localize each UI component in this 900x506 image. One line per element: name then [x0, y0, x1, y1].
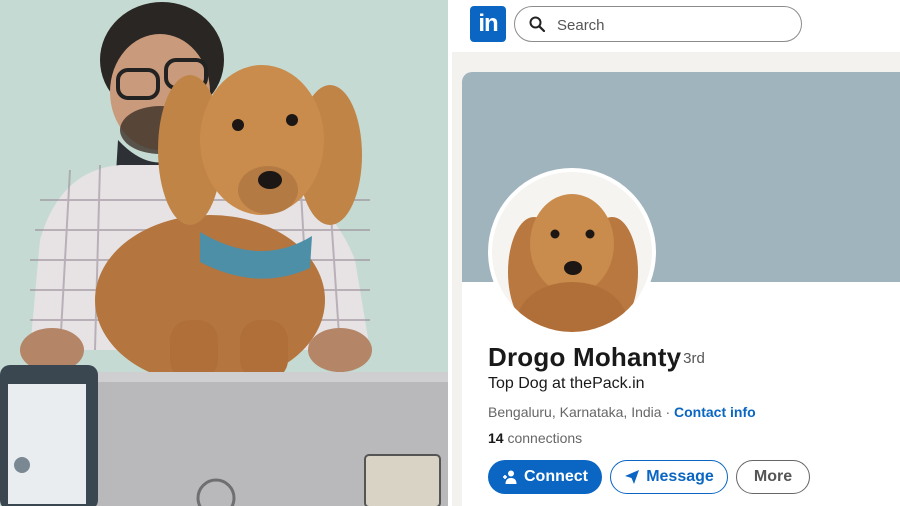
profile-headline: Top Dog at thePack.in [488, 375, 645, 392]
linkedin-logo[interactable]: in [470, 6, 506, 42]
profile-name: Drogo Mohanty [488, 342, 682, 372]
avatar[interactable] [488, 168, 656, 336]
connections-number: 14 [488, 430, 504, 446]
connect-label: Connect [524, 468, 588, 485]
message-label: Message [646, 468, 714, 485]
search-input[interactable] [555, 14, 789, 36]
connections-label: connections [507, 430, 583, 446]
profile-photo-illustration [0, 0, 448, 506]
search-icon [529, 16, 545, 32]
connect-button[interactable]: Connect [488, 460, 602, 494]
send-icon [625, 470, 640, 484]
search-box[interactable] [514, 6, 802, 42]
linkedin-panel: in D [452, 0, 900, 506]
profile-card: Drogo Mohanty · 3rd Top Dog at thePack.i… [462, 72, 900, 506]
photo-icon [0, 0, 448, 506]
more-label: More [753, 468, 793, 485]
contact-info-link[interactable]: Contact info [674, 404, 756, 420]
more-button[interactable]: More [736, 460, 810, 494]
connection-degree: · 3rd [674, 350, 705, 367]
add-person-icon [503, 470, 517, 484]
connections-count[interactable]: 14 connections [488, 430, 582, 446]
dog-avatar-icon [492, 172, 652, 332]
profile-location: Bengaluru, Karnataka, India · [488, 404, 671, 420]
message-button[interactable]: Message [610, 460, 728, 494]
profile-card-background: Drogo Mohanty · 3rd Top Dog at thePack.i… [452, 52, 900, 506]
top-navigation-bar: in [452, 0, 900, 48]
